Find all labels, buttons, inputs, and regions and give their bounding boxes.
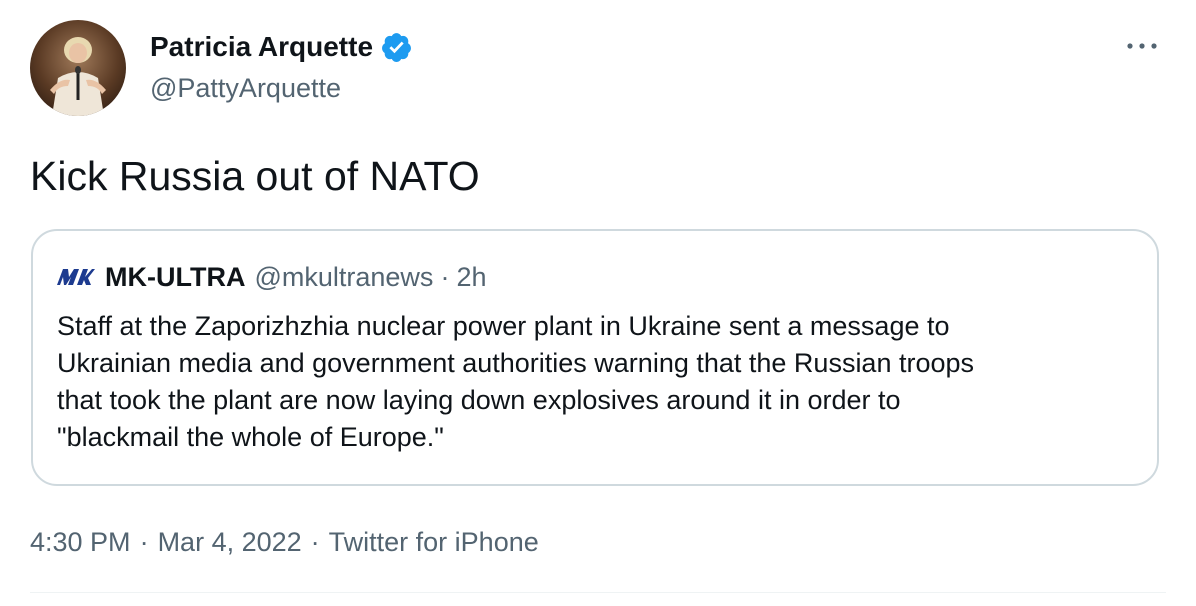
quoted-text-line: "blackmail the whole of Europe.": [57, 422, 444, 452]
tweet-time[interactable]: 4:30 PM: [30, 527, 131, 558]
quoted-author-name[interactable]: MK-ULTRA: [105, 262, 245, 293]
meta-separator: ·: [310, 526, 320, 557]
quoted-tweet-card[interactable]: MK-ULTRA @mkultranews · 2h Staff at the …: [31, 229, 1159, 486]
divider: [30, 592, 1166, 593]
verified-badge-icon: [380, 31, 413, 64]
quoted-author-handle[interactable]: @mkultranews: [254, 262, 433, 293]
author-name-row[interactable]: Patricia Arquette: [150, 29, 413, 65]
tweet-text: Kick Russia out of NATO: [30, 153, 480, 199]
avatar-image: [30, 20, 126, 116]
author-name[interactable]: Patricia Arquette: [150, 29, 373, 65]
quoted-text-line: Staff at the Zaporizhzhia nuclear power …: [57, 311, 950, 341]
quoted-tweet-header: MK-ULTRA @mkultranews · 2h: [57, 259, 486, 295]
quoted-timestamp[interactable]: 2h: [456, 262, 486, 293]
quoted-text-line: that took the plant are now laying down …: [57, 385, 901, 415]
quoted-separator: ·: [440, 261, 450, 292]
author-handle[interactable]: @PattyArquette: [150, 70, 341, 106]
more-options-icon: [1127, 43, 1157, 49]
author-avatar[interactable]: [30, 20, 126, 116]
quoted-text-line: Ukrainian media and government authoriti…: [57, 348, 975, 378]
meta-separator: ·: [139, 526, 149, 557]
mk-ultra-logo-icon: [57, 269, 95, 285]
tweet-source[interactable]: Twitter for iPhone: [329, 527, 539, 558]
quoted-tweet-body: Staff at the Zaporizhzhia nuclear power …: [57, 308, 1137, 456]
tweet-meta: 4:30 PM · Mar 4, 2022 · Twitter for iPho…: [30, 522, 539, 562]
tweet-date[interactable]: Mar 4, 2022: [158, 527, 302, 558]
more-options-button[interactable]: [1122, 32, 1162, 60]
